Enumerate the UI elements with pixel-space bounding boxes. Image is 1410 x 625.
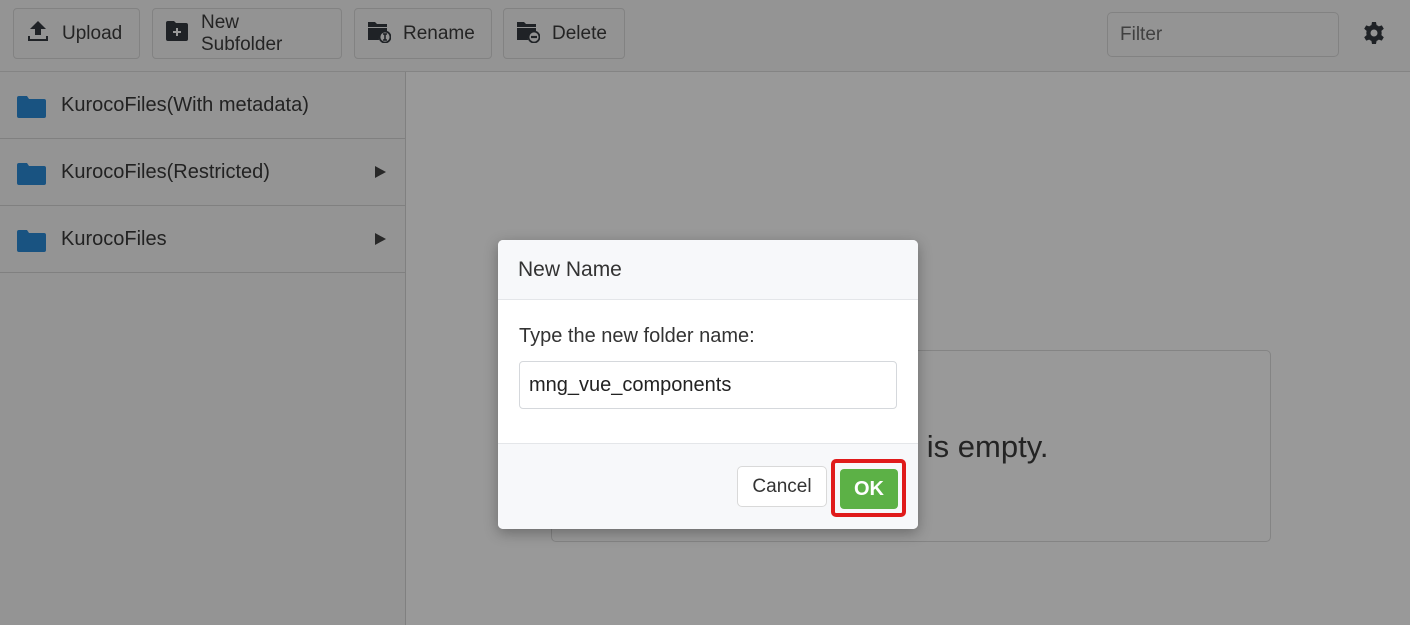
cancel-button[interactable]: Cancel xyxy=(737,466,827,507)
new-name-dialog: New Name Type the new folder name: Cance… xyxy=(498,240,918,529)
dialog-title: New Name xyxy=(518,257,622,281)
ok-button-highlight xyxy=(831,459,906,517)
dialog-body: Type the new folder name: xyxy=(498,300,918,444)
dialog-header: New Name xyxy=(498,240,918,300)
dialog-prompt: Type the new folder name: xyxy=(519,325,755,347)
folder-name-input[interactable] xyxy=(519,361,897,409)
